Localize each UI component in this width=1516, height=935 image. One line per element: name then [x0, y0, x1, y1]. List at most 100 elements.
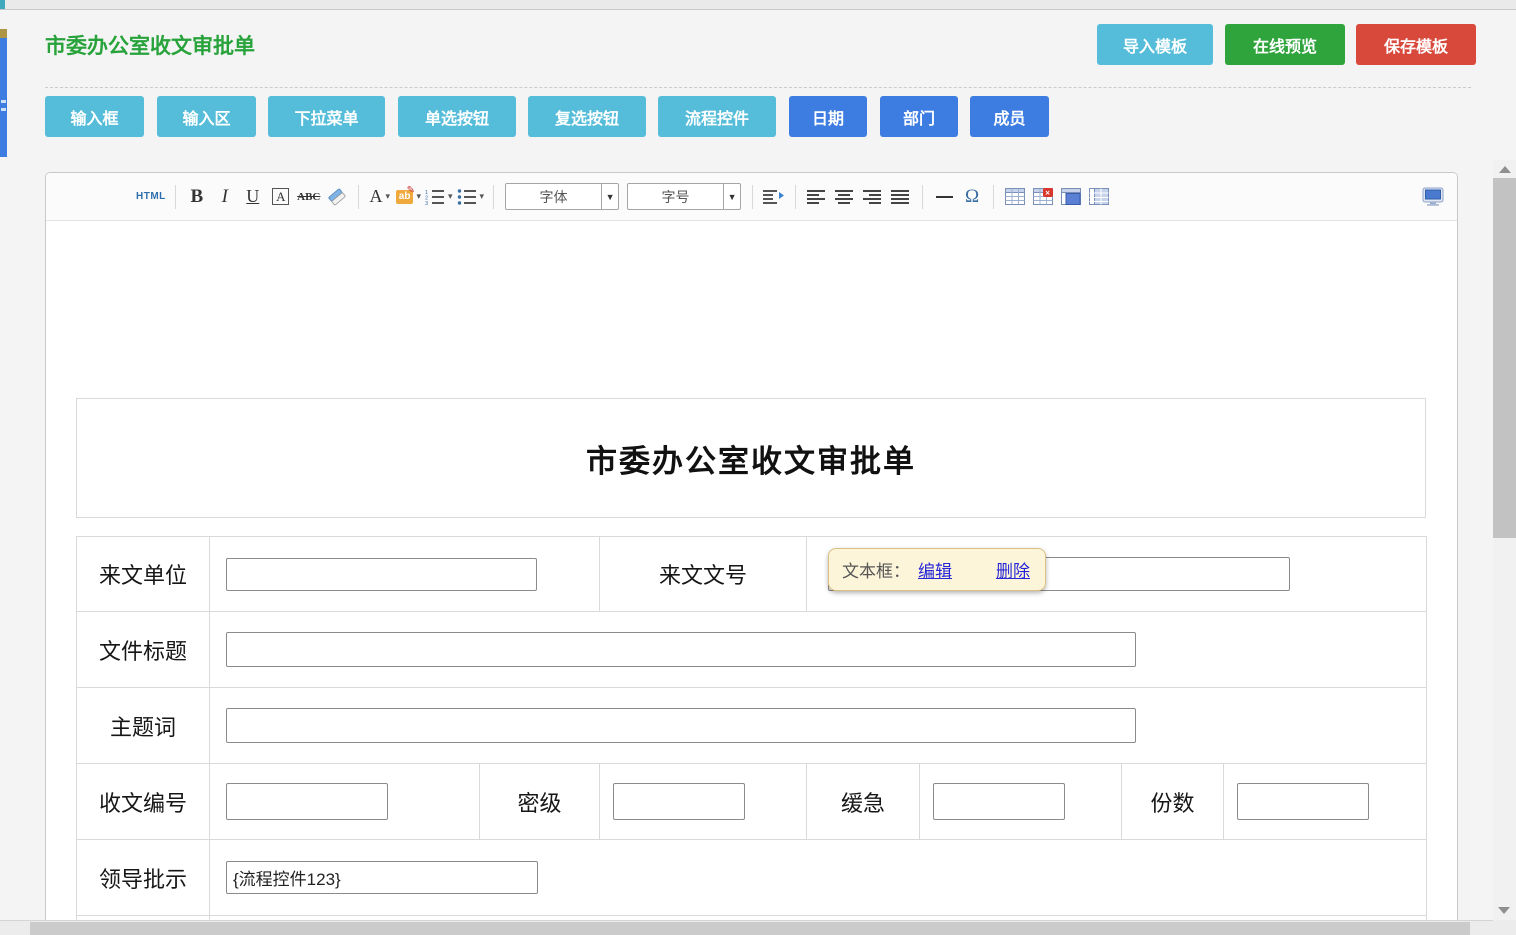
source-unit-input[interactable]: [226, 558, 537, 591]
form-table: 来文单位 来文文号 文件标题 主题词 收文编号 密级: [76, 536, 1427, 935]
align-center-button[interactable]: [833, 184, 857, 210]
toolbar-separator: [358, 185, 359, 209]
corner-artifact: [0, 0, 5, 9]
insert-table-icon: [1005, 188, 1025, 205]
indent-icon: [763, 189, 785, 205]
source-code-button[interactable]: HTML: [136, 184, 166, 210]
font-format-button[interactable]: A: [269, 184, 293, 210]
browser-top-strip: [0, 0, 1516, 10]
receipt-number-input[interactable]: [226, 783, 388, 820]
chevron-down-icon: ▼: [601, 184, 618, 209]
secrecy-input[interactable]: [613, 783, 745, 820]
align-left-icon: [807, 189, 827, 205]
leader-comment-input[interactable]: [226, 861, 538, 894]
rich-text-editor: HTML B I U A ABC A▾ ab✎▾ 1 2: [45, 172, 1458, 935]
indent-button[interactable]: [762, 184, 786, 210]
chevron-down-icon: ▾: [386, 191, 391, 202]
doc-title-label: 文件标题: [77, 634, 209, 666]
palette-date-button[interactable]: 日期: [789, 96, 867, 137]
palette-checkbox-button[interactable]: 复选按钮: [528, 96, 646, 137]
leader-comment-label: 领导批示: [77, 862, 209, 894]
tooltip-edit-link[interactable]: 编辑: [918, 557, 952, 582]
horizontal-scrollbar-thumb[interactable]: [30, 922, 1470, 935]
ordered-list-icon: 1 2 3: [425, 189, 445, 205]
special-char-button[interactable]: Ω: [960, 184, 984, 210]
chevron-down-icon: ▼: [723, 184, 740, 209]
palette-input-area-button[interactable]: 输入区: [157, 96, 256, 137]
align-left-button[interactable]: [805, 184, 829, 210]
form-title-cell: 市委办公室收文审批单: [76, 398, 1426, 518]
fullscreen-button[interactable]: [1421, 184, 1445, 210]
toolbar-separator: [795, 185, 796, 209]
unordered-list-button[interactable]: ▾: [457, 184, 485, 210]
highlight-button[interactable]: ab✎▾: [396, 184, 421, 210]
delete-table-icon: ×: [1033, 188, 1053, 205]
delete-table-button[interactable]: ×: [1031, 184, 1055, 210]
scroll-down-arrow-icon[interactable]: [1498, 907, 1510, 914]
font-color-icon: A: [370, 186, 383, 207]
table-grid-button[interactable]: [1087, 184, 1111, 210]
toolbar-separator: [922, 185, 923, 209]
horizontal-rule-icon: [936, 196, 953, 198]
palette-dropdown-button[interactable]: 下拉菜单: [268, 96, 385, 137]
align-right-button[interactable]: [861, 184, 885, 210]
table-row: 来文单位 来文文号: [77, 537, 1427, 612]
ordered-list-button[interactable]: 1 2 3 ▾: [425, 184, 453, 210]
form-title: 市委办公室收文审批单: [586, 436, 916, 481]
vertical-scrollbar[interactable]: [1493, 160, 1516, 920]
scroll-up-arrow-icon[interactable]: [1499, 166, 1511, 173]
editor-toolbar: HTML B I U A ABC A▾ ab✎▾ 1 2: [46, 173, 1457, 221]
bold-button[interactable]: B: [185, 184, 209, 210]
source-unit-label: 来文单位: [77, 558, 209, 590]
unordered-list-icon: [457, 189, 477, 205]
strikethrough-button[interactable]: ABC: [297, 184, 321, 210]
chevron-down-icon: ▾: [416, 191, 421, 202]
app-window: 市委办公室收文审批单 导入模板 在线预览 保存模板 输入框 输入区 下拉菜单 单…: [0, 0, 1516, 935]
table-grid-icon: [1089, 188, 1109, 205]
underline-button[interactable]: U: [241, 184, 265, 210]
left-edge-artifact: [0, 29, 7, 38]
widget-tooltip: 文本框： 编辑 删除: [828, 548, 1046, 591]
palette-flow-control-button[interactable]: 流程控件: [658, 96, 776, 137]
chevron-down-icon: ▾: [448, 191, 453, 202]
palette-radio-button[interactable]: 单选按钮: [398, 96, 516, 137]
urgency-input[interactable]: [933, 783, 1065, 820]
italic-button[interactable]: I: [213, 184, 237, 210]
eraser-icon: [327, 188, 347, 206]
save-template-button[interactable]: 保存模板: [1356, 24, 1476, 65]
svg-text:×: ×: [1045, 188, 1050, 197]
align-justify-button[interactable]: [889, 184, 913, 210]
table-row: 主题词: [77, 688, 1427, 764]
doc-title-input[interactable]: [226, 632, 1136, 667]
copies-label: 份数: [1122, 786, 1223, 818]
online-preview-button[interactable]: 在线预览: [1225, 24, 1345, 65]
copies-input[interactable]: [1237, 783, 1369, 820]
palette-input-box-button[interactable]: 输入框: [45, 96, 144, 137]
tooltip-delete-link[interactable]: 删除: [996, 557, 1030, 582]
horizontal-rule-button[interactable]: [932, 184, 956, 210]
tooltip-label: 文本框：: [842, 557, 910, 582]
font-family-select[interactable]: 字体▼: [505, 183, 619, 210]
toolbar-separator: [175, 185, 176, 209]
left-edge-blue-strip: [0, 38, 7, 157]
page-title: 市委办公室收文审批单: [45, 30, 255, 60]
subject-words-input[interactable]: [226, 708, 1136, 743]
fullscreen-icon: [1422, 187, 1444, 206]
header-divider: [45, 87, 1471, 88]
doc-number-label: 来文文号: [600, 558, 806, 590]
editor-content[interactable]: 市委办公室收文审批单 来文单位 来文文号 文件标题 主: [46, 221, 1457, 935]
palette-department-button[interactable]: 部门: [880, 96, 958, 137]
insert-table-button[interactable]: [1003, 184, 1027, 210]
font-family-label: 字体: [506, 184, 601, 209]
remove-format-button[interactable]: [325, 184, 349, 210]
font-size-label: 字号: [628, 184, 723, 209]
horizontal-scrollbar[interactable]: [0, 920, 1516, 935]
font-size-select[interactable]: 字号▼: [627, 183, 741, 210]
font-color-button[interactable]: A▾: [368, 184, 392, 210]
import-template-button[interactable]: 导入模板: [1097, 24, 1213, 65]
table-cell-props-button[interactable]: [1059, 184, 1083, 210]
palette-member-button[interactable]: 成员: [970, 96, 1049, 137]
pencil-icon: ✎: [407, 185, 415, 196]
vertical-scrollbar-thumb[interactable]: [1493, 178, 1516, 538]
toolbar-separator: [752, 185, 753, 209]
